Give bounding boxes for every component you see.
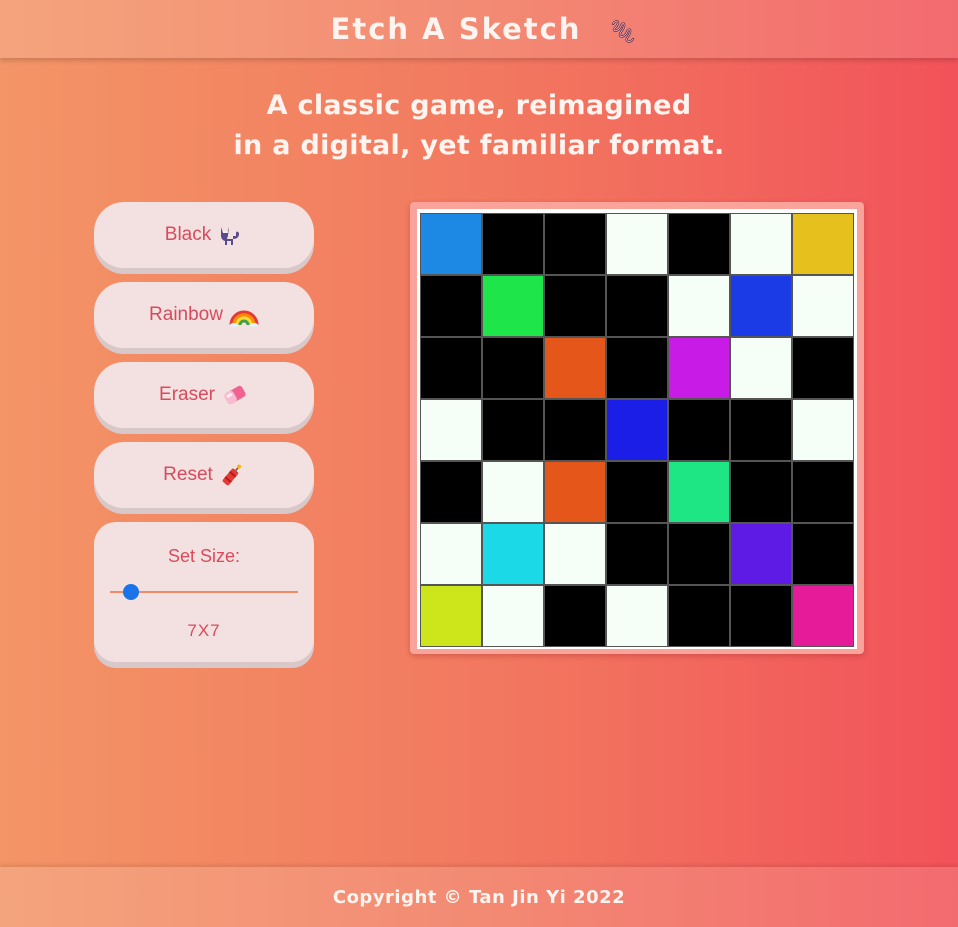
grid-cell[interactable] [482, 213, 544, 275]
grid-cell[interactable] [792, 213, 854, 275]
grid-cell[interactable] [420, 523, 482, 585]
grid-cell[interactable] [668, 585, 730, 647]
size-panel: Set Size: 7X7 [94, 522, 314, 662]
grid-cell[interactable] [730, 399, 792, 461]
app-header: Etch A Sketch [0, 0, 958, 58]
grid-cell[interactable] [544, 337, 606, 399]
tagline: A classic game, reimagined in a digital,… [0, 86, 958, 166]
grid-cell[interactable] [544, 523, 606, 585]
grid-cell[interactable] [730, 523, 792, 585]
sketch-board-inner [417, 209, 857, 649]
grid-cell[interactable] [482, 585, 544, 647]
rainbow-icon [229, 310, 259, 327]
size-label: Set Size: [167, 546, 241, 566]
grid-cell[interactable] [730, 275, 792, 337]
grid-cell[interactable] [544, 585, 606, 647]
grid-cell[interactable] [606, 399, 668, 461]
grid-cell[interactable] [482, 523, 544, 585]
app-title: Etch A Sketch [330, 12, 582, 46]
grid-cell[interactable] [606, 337, 668, 399]
grid-cell[interactable] [420, 337, 482, 399]
size-value: 7X7 [187, 621, 221, 640]
grid-cell[interactable] [606, 461, 668, 523]
grid-cell[interactable] [420, 461, 482, 523]
copyright-text: Copyright © Tan Jin Yi 2022 [332, 886, 626, 908]
rainbow-button[interactable]: Rainbow [94, 282, 314, 348]
size-slider-thumb[interactable] [123, 584, 139, 600]
grid-cell[interactable] [544, 275, 606, 337]
grid-cell[interactable] [792, 275, 854, 337]
grid-cell[interactable] [668, 275, 730, 337]
grid-cell[interactable] [606, 213, 668, 275]
grid-cell[interactable] [792, 523, 854, 585]
rainbow-button-label: Rainbow [149, 304, 223, 325]
grid-cell[interactable] [792, 585, 854, 647]
grid-cell[interactable] [420, 399, 482, 461]
grid-cell[interactable] [668, 213, 730, 275]
grid-cell[interactable] [420, 213, 482, 275]
grid-cell[interactable] [544, 399, 606, 461]
grid-cell[interactable] [544, 213, 606, 275]
grid-cell[interactable] [544, 461, 606, 523]
grid-cell[interactable] [668, 399, 730, 461]
eraser-icon [224, 385, 246, 405]
sketch-board [410, 202, 864, 654]
tagline-line-2: in a digital, yet familiar format. [233, 130, 725, 161]
grid-cell[interactable] [420, 275, 482, 337]
grid-cell[interactable] [482, 275, 544, 337]
grid-cell[interactable] [668, 337, 730, 399]
grid-cell[interactable] [792, 399, 854, 461]
black-button-label: Black [164, 224, 212, 245]
grid-cell[interactable] [730, 213, 792, 275]
grid-cell[interactable] [668, 461, 730, 523]
grid-cell[interactable] [792, 337, 854, 399]
tagline-line-1: A classic game, reimagined [266, 90, 692, 121]
reset-button[interactable]: Reset [94, 442, 314, 508]
eraser-button-label: Eraser [159, 384, 215, 405]
firecracker-icon [222, 464, 241, 486]
grid-cell[interactable] [668, 523, 730, 585]
grid-cell[interactable] [420, 585, 482, 647]
black-cat-icon [221, 227, 240, 245]
grid-cell[interactable] [606, 523, 668, 585]
grid-cell[interactable] [730, 337, 792, 399]
reset-button-label: Reset [163, 464, 213, 485]
app-footer: Copyright © Tan Jin Yi 2022 [0, 867, 958, 927]
grid-cell[interactable] [606, 275, 668, 337]
grid-cell[interactable] [482, 461, 544, 523]
grid-cell[interactable] [792, 461, 854, 523]
eraser-button[interactable]: Eraser [94, 362, 314, 428]
grid-cell[interactable] [730, 585, 792, 647]
sketch-grid[interactable] [420, 213, 854, 647]
grid-cell[interactable] [482, 337, 544, 399]
black-button[interactable]: Black [94, 202, 314, 268]
grid-cell[interactable] [606, 585, 668, 647]
scribble-icon [612, 19, 635, 43]
grid-cell[interactable] [730, 461, 792, 523]
grid-cell[interactable] [482, 399, 544, 461]
